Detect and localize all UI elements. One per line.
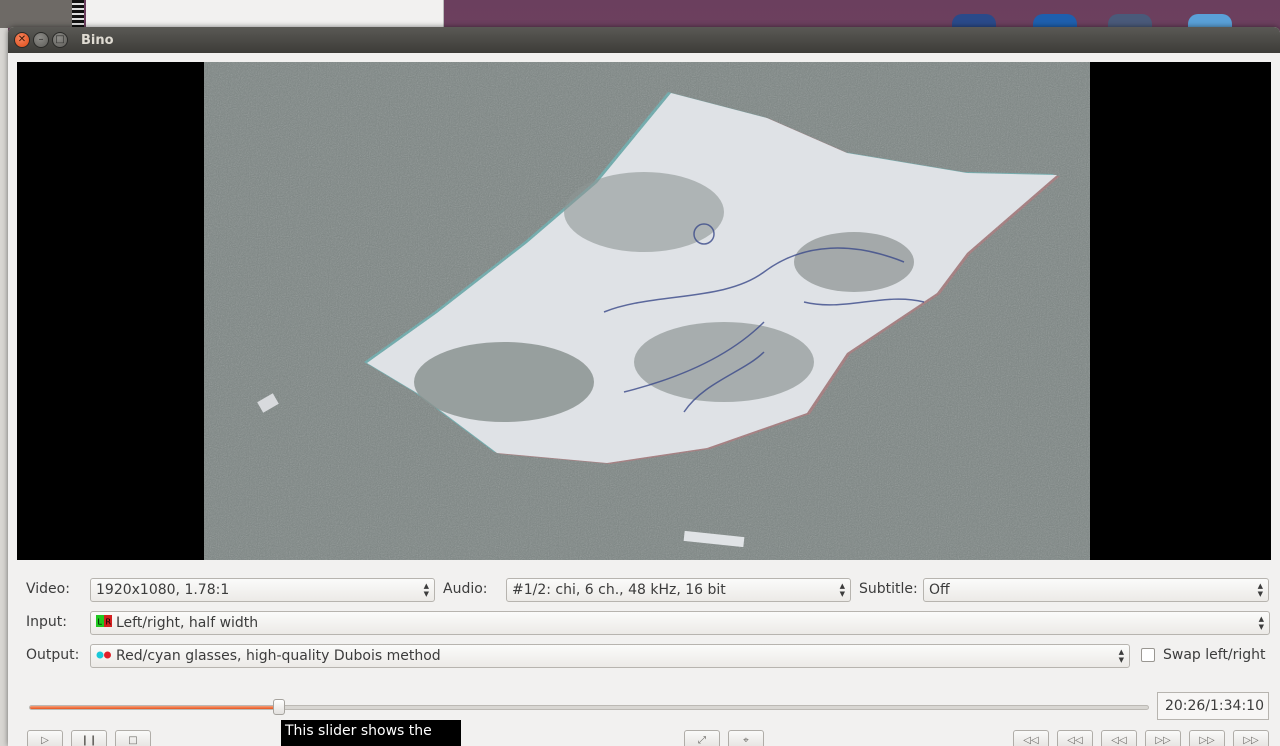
seek-slider-handle[interactable] — [272, 699, 285, 715]
anaglyph-video-image — [204, 62, 1090, 560]
video-stream-value: 1920x1080, 1.78:1 — [96, 582, 230, 598]
fast-forward-icon: ▷▷ — [1155, 734, 1171, 746]
video-frame — [204, 62, 1090, 560]
center-button[interactable]: ⌖ — [728, 730, 764, 746]
output-label: Output: — [26, 647, 80, 663]
fast-forward-icon: ▷▷ — [1199, 734, 1215, 746]
stop-icon: □ — [128, 734, 138, 746]
combo-arrows-icon: ▲ ▼ — [1118, 648, 1124, 664]
combo-arrows-icon: ▲ ▼ — [1258, 615, 1264, 631]
seek-back-1min-button[interactable]: ◁◁ — [1057, 730, 1093, 746]
maximize-icon: □ — [55, 34, 65, 45]
maximize-button[interactable]: □ — [52, 32, 68, 48]
video-display[interactable] — [17, 62, 1271, 560]
seek-forward-10min-button[interactable]: ▷▷ — [1233, 730, 1269, 746]
seek-back-10s-button[interactable]: ◁◁ — [1101, 730, 1137, 746]
video-stream-select[interactable]: 1920x1080, 1.78:1 ▲ ▼ — [90, 578, 435, 602]
filmstrip-icon — [72, 0, 84, 28]
desktop-edge — [0, 0, 8, 746]
audio-stream-select[interactable]: #1/2: chi, 6 ch., 48 kHz, 16 bit ▲ ▼ — [506, 578, 851, 602]
minimize-button[interactable]: – — [33, 32, 49, 48]
fullscreen-icon: ⤢ — [698, 734, 706, 746]
combo-arrows-icon: ▲ ▼ — [423, 582, 429, 598]
output-mode-select[interactable]: Red/cyan glasses, high-quality Dubois me… — [90, 644, 1130, 668]
svg-text:L: L — [98, 618, 103, 627]
close-icon: ✕ — [17, 34, 27, 45]
audio-stream-value: #1/2: chi, 6 ch., 48 kHz, 16 bit — [512, 582, 726, 598]
seek-slider-track[interactable] — [29, 705, 1149, 710]
subtitle-select[interactable]: Off ▲ ▼ — [923, 578, 1269, 602]
rewind-icon: ◁◁ — [1067, 734, 1083, 746]
combo-arrows-icon: ▲ ▼ — [839, 582, 845, 598]
window-title: Bino — [81, 32, 114, 48]
time-display: 20:26/1:34:10 — [1157, 692, 1269, 720]
rewind-icon: ◁◁ — [1111, 734, 1127, 746]
slider-tooltip: This slider shows the — [281, 720, 461, 746]
combo-arrows-icon: ▲ ▼ — [1257, 582, 1263, 598]
pause-icon: ❙❙ — [80, 734, 98, 746]
red-cyan-glasses-icon — [96, 648, 112, 664]
center-icon: ⌖ — [743, 734, 749, 746]
input-mode-value: Left/right, half width — [116, 615, 259, 631]
output-mode-value: Red/cyan glasses, high-quality Dubois me… — [116, 648, 441, 664]
fullscreen-button[interactable]: ⤢ — [684, 730, 720, 746]
seek-forward-1min-button[interactable]: ▷▷ — [1189, 730, 1225, 746]
video-label: Video: — [26, 581, 70, 597]
background-window — [86, 0, 444, 28]
minimize-icon: – — [38, 34, 44, 45]
bino-window: ✕ – □ Bino Video: 1920x1080, 1.78:1 ▲ ▼ … — [8, 27, 1280, 746]
input-mode-select[interactable]: LR Left/right, half width ▲ ▼ — [90, 611, 1270, 635]
close-button[interactable]: ✕ — [14, 32, 30, 48]
swap-left-right-label: Swap left/right — [1163, 647, 1266, 663]
titlebar: ✕ – □ Bino — [8, 27, 1280, 53]
seek-slider-progress — [30, 706, 280, 709]
tooltip-text: This slider shows the — [285, 723, 432, 739]
seek-forward-10s-button[interactable]: ▷▷ — [1145, 730, 1181, 746]
rewind-icon: ◁◁ — [1023, 734, 1039, 746]
time-display-text: 20:26/1:34:10 — [1164, 698, 1264, 714]
swap-left-right-checkbox[interactable] — [1141, 648, 1155, 662]
desktop-thumbnail — [0, 0, 80, 28]
stop-button[interactable]: □ — [115, 730, 151, 746]
subtitle-value: Off — [929, 582, 950, 598]
input-label: Input: — [26, 614, 67, 630]
left-right-icon: LR — [96, 615, 112, 631]
svg-text:R: R — [106, 618, 112, 627]
seek-back-10min-button[interactable]: ◁◁ — [1013, 730, 1049, 746]
fast-forward-icon: ▷▷ — [1243, 734, 1259, 746]
pause-button[interactable]: ❙❙ — [71, 730, 107, 746]
play-icon: ▷ — [41, 734, 49, 746]
subtitle-label: Subtitle: — [859, 581, 918, 597]
audio-label: Audio: — [443, 581, 488, 597]
play-button[interactable]: ▷ — [27, 730, 63, 746]
